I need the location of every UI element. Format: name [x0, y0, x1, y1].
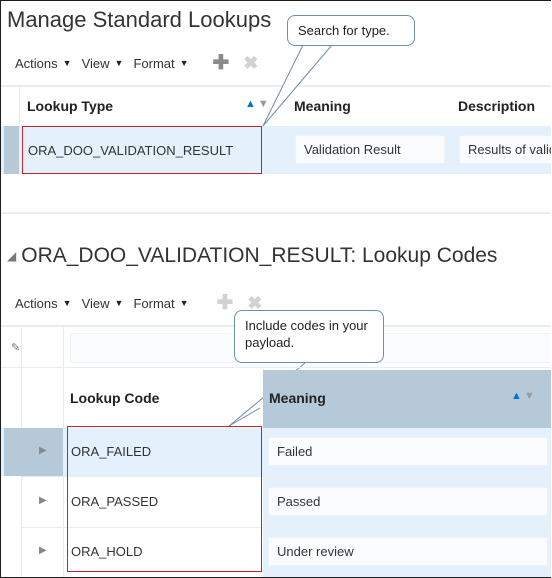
caret-down-icon: ▼ [62, 298, 72, 308]
column-header-description[interactable]: Description [458, 98, 535, 114]
view-menu-label: View [81, 55, 110, 71]
format-menu[interactable]: Format ▼ [133, 56, 188, 71]
format-menu[interactable]: Format ▼ [133, 296, 188, 311]
actions-menu[interactable]: Actions ▼ [15, 296, 72, 311]
section-header[interactable]: ◢ ORA_DOO_VALIDATION_RESULT: Lookup Code… [7, 244, 497, 268]
caret-down-icon: ▼ [62, 58, 72, 68]
sort-control[interactable]: ▲ ▼ [511, 390, 535, 402]
actions-menu-label: Actions [15, 295, 58, 311]
view-menu[interactable]: View ▼ [82, 296, 124, 311]
view-menu-label: View [81, 295, 110, 311]
section-title: ORA_DOO_VALIDATION_RESULT: Lookup Codes [21, 244, 498, 267]
clear-filter-icon[interactable]: ✎ [11, 341, 20, 354]
page-title: Manage Standard Lookups [7, 7, 272, 32]
window-frame: Manage Standard Lookups Actions ▼ View ▼… [0, 0, 551, 578]
meaning-field[interactable]: Failed [268, 437, 548, 466]
sort-ascending-icon[interactable]: ▲ [245, 98, 256, 110]
triangle-expanded-icon[interactable]: ◢ [7, 249, 16, 263]
sort-descending-icon[interactable]: ▼ [258, 98, 269, 110]
plus-icon[interactable]: ✚ [217, 293, 234, 313]
divider [1, 212, 551, 214]
row-selector[interactable] [4, 428, 63, 476]
format-menu-label: Format [133, 295, 175, 311]
plus-icon[interactable]: ✚ [213, 53, 230, 73]
divider [1, 367, 551, 368]
expand-row-icon[interactable]: ▶ [39, 445, 47, 456]
actions-menu[interactable]: Actions ▼ [15, 56, 72, 71]
upper-toolbar: Actions ▼ View ▼ Format ▼ ✚ ✖ [15, 53, 258, 73]
actions-menu-label: Actions [15, 55, 58, 71]
description-field[interactable]: Results of valid [459, 135, 551, 164]
caret-down-icon: ▼ [179, 298, 189, 308]
column-header-meaning[interactable]: Meaning [294, 98, 351, 114]
caret-down-icon: ▼ [114, 58, 124, 68]
divider [1, 85, 551, 87]
sort-ascending-icon[interactable]: ▲ [511, 390, 522, 402]
codes-callout: Include codes in your payload. [234, 310, 384, 363]
highlight-box [67, 426, 262, 572]
lower-toolbar: Actions ▼ View ▼ Format ▼ ✚ ✖ [15, 293, 262, 313]
view-menu[interactable]: View ▼ [82, 56, 124, 71]
meaning-field[interactable]: Under review [268, 537, 548, 566]
format-menu-label: Format [133, 55, 175, 71]
expand-row-icon[interactable]: ▶ [39, 495, 47, 506]
row-selector[interactable] [4, 126, 19, 174]
caret-down-icon: ▼ [179, 58, 189, 68]
meaning-field[interactable]: Validation Result [295, 135, 445, 164]
column-header-lookup-code[interactable]: Lookup Code [70, 390, 159, 406]
meaning-field[interactable]: Passed [268, 487, 548, 516]
highlight-box [22, 126, 262, 174]
column-header-meaning[interactable]: Meaning [269, 390, 326, 406]
caret-down-icon: ▼ [114, 298, 124, 308]
column-header-lookup-type[interactable]: Lookup Type [27, 98, 113, 114]
x-icon[interactable]: ✖ [243, 54, 258, 72]
search-callout: Search for type. [287, 15, 415, 46]
sort-descending-icon[interactable]: ▼ [524, 390, 535, 402]
expand-row-icon[interactable]: ▶ [39, 545, 47, 556]
sort-control[interactable]: ▲ ▼ [245, 98, 269, 110]
